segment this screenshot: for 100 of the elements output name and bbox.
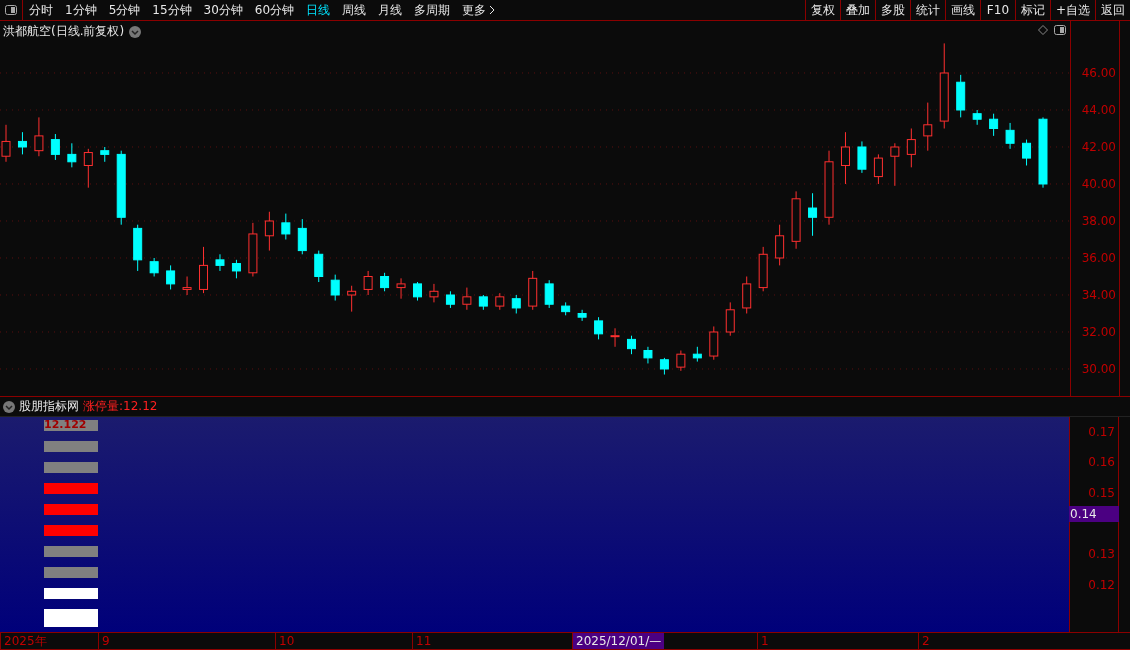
candle [380, 272, 390, 292]
candle [264, 211, 274, 252]
chevron-down-icon[interactable] [3, 400, 15, 413]
toolbar-button[interactable]: +自选 [1049, 0, 1095, 20]
candle [67, 142, 77, 168]
candle [610, 327, 620, 348]
toolbar-button[interactable]: F10 [979, 0, 1015, 20]
panel-icon [5, 5, 17, 15]
candle [857, 140, 867, 174]
candle [841, 131, 850, 185]
toolbar-button[interactable]: 统计 [909, 0, 945, 20]
candle [17, 131, 27, 155]
candle [347, 285, 357, 313]
candle [1022, 139, 1032, 166]
candle [561, 301, 571, 316]
candle [791, 190, 801, 250]
candle [34, 116, 44, 157]
candle [363, 270, 373, 296]
date-label: 11 [412, 633, 435, 649]
candle [956, 74, 966, 118]
candle [692, 346, 702, 363]
candle [643, 346, 653, 364]
candle [742, 276, 752, 314]
candle [50, 133, 60, 161]
date-label: 1 [757, 633, 772, 649]
toolbar-button[interactable]: 返回 [1095, 0, 1130, 20]
period-tab[interactable]: 周线 [336, 0, 373, 20]
period-tab[interactable]: 60分钟 [248, 0, 301, 20]
candle [890, 142, 900, 187]
candle [231, 259, 241, 279]
cursor-value: 0.14 [1069, 506, 1119, 522]
candle [594, 316, 604, 340]
candle [166, 264, 176, 290]
candle [923, 102, 933, 152]
candle [511, 294, 521, 314]
date-label: 2025年 [0, 633, 50, 649]
candle [775, 224, 785, 266]
toolbar-button[interactable]: 叠加 [839, 0, 875, 20]
candle [330, 274, 340, 302]
candle [659, 357, 669, 376]
candle [989, 113, 999, 137]
candle [528, 270, 538, 311]
candle [413, 281, 422, 302]
panel-icon[interactable] [1054, 25, 1066, 35]
candle [182, 276, 192, 296]
candle [248, 222, 258, 277]
price-tick: 30.00 [1081, 362, 1116, 376]
period-tab[interactable]: 分时 [23, 0, 59, 20]
bar-value: 12.122 [44, 418, 87, 431]
price-tick: 34.00 [1081, 288, 1116, 302]
value-tick: 0.17 [1088, 425, 1115, 439]
price-tick: 38.00 [1081, 214, 1116, 228]
chart-title: 洪都航空(日线.前复权) [3, 23, 125, 40]
candle [758, 246, 768, 292]
candle [83, 148, 93, 189]
value-tick: 0.15 [1088, 486, 1115, 500]
candle [429, 283, 439, 303]
candle [199, 246, 208, 294]
period-tab[interactable]: 更多 [456, 0, 502, 20]
toolbar-button[interactable]: 标记 [1014, 0, 1050, 20]
candle [314, 250, 324, 283]
candle [544, 279, 554, 309]
price-tick: 36.00 [1081, 251, 1116, 265]
candle [149, 257, 159, 277]
value-tick: 0.16 [1088, 455, 1115, 469]
price-tick: 44.00 [1081, 103, 1116, 117]
period-tab[interactable]: 月线 [372, 0, 409, 20]
price-tick: 40.00 [1081, 177, 1116, 191]
period-tab[interactable]: 1分钟 [59, 0, 103, 20]
indicator-formula: 涨停量:12.12 [83, 398, 158, 415]
toolbar-button[interactable]: 画线 [944, 0, 980, 20]
candle [972, 109, 982, 126]
period-tab[interactable]: 多周期 [408, 0, 457, 20]
period-tab[interactable]: 15分钟 [146, 0, 198, 20]
candle [478, 294, 488, 311]
period-tab[interactable]: 30分钟 [197, 0, 249, 20]
candle [676, 350, 686, 372]
candle [627, 335, 636, 355]
date-label: 2025/12/01/— [572, 633, 665, 649]
date-label: 10 [275, 633, 298, 649]
candle [297, 218, 307, 255]
toolbar-button[interactable]: 多股 [874, 0, 910, 20]
date-label: 9 [98, 633, 113, 649]
chevron-down-icon[interactable] [129, 25, 142, 38]
candle [709, 325, 719, 361]
candle [495, 292, 505, 311]
candle [215, 253, 225, 272]
toolbar-button[interactable]: 复权 [804, 0, 840, 20]
value-tick: 0.12 [1088, 578, 1115, 592]
indicator-name: 股朋指标网 [19, 398, 79, 415]
period-tab[interactable]: 日线 [300, 0, 337, 20]
date-label: 2 [918, 633, 933, 649]
candle [100, 146, 110, 163]
period-tab[interactable]: 5分钟 [102, 0, 147, 20]
price-tick: 42.00 [1081, 140, 1116, 154]
price-tick: 32.00 [1081, 325, 1116, 339]
candle [396, 277, 406, 300]
candle [281, 213, 291, 240]
candle [1005, 122, 1015, 150]
candle [462, 287, 472, 311]
